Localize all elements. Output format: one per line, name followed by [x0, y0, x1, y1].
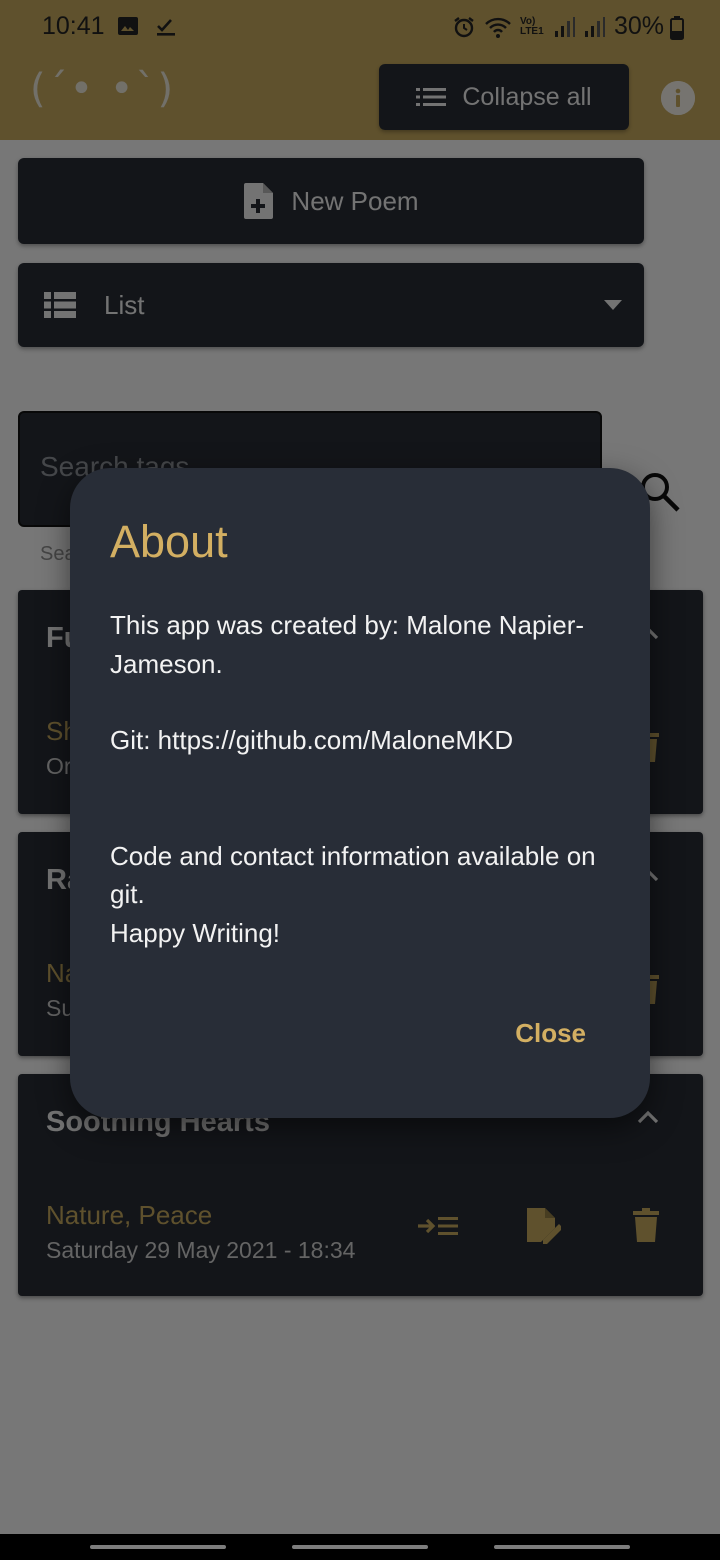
- dialog-contact-text: Code and contact information available o…: [110, 840, 596, 910]
- dialog-body: This app was created by: Malone Napier-J…: [110, 606, 610, 952]
- nav-back-handle[interactable]: [90, 1545, 226, 1549]
- nav-home-handle[interactable]: [292, 1545, 428, 1549]
- dialog-credit-text: This app was created by: Malone Napier-J…: [110, 610, 585, 679]
- close-button[interactable]: Close: [515, 1018, 586, 1049]
- nav-recents-handle[interactable]: [494, 1545, 630, 1549]
- about-dialog: About This app was created by: Malone Na…: [70, 468, 650, 1118]
- dialog-title: About: [110, 516, 228, 567]
- system-nav-bar: [0, 1534, 720, 1560]
- dialog-closing-text: Happy Writing!: [110, 917, 281, 948]
- dialog-git-text: Git: https://github.com/MaloneMKD: [110, 725, 514, 755]
